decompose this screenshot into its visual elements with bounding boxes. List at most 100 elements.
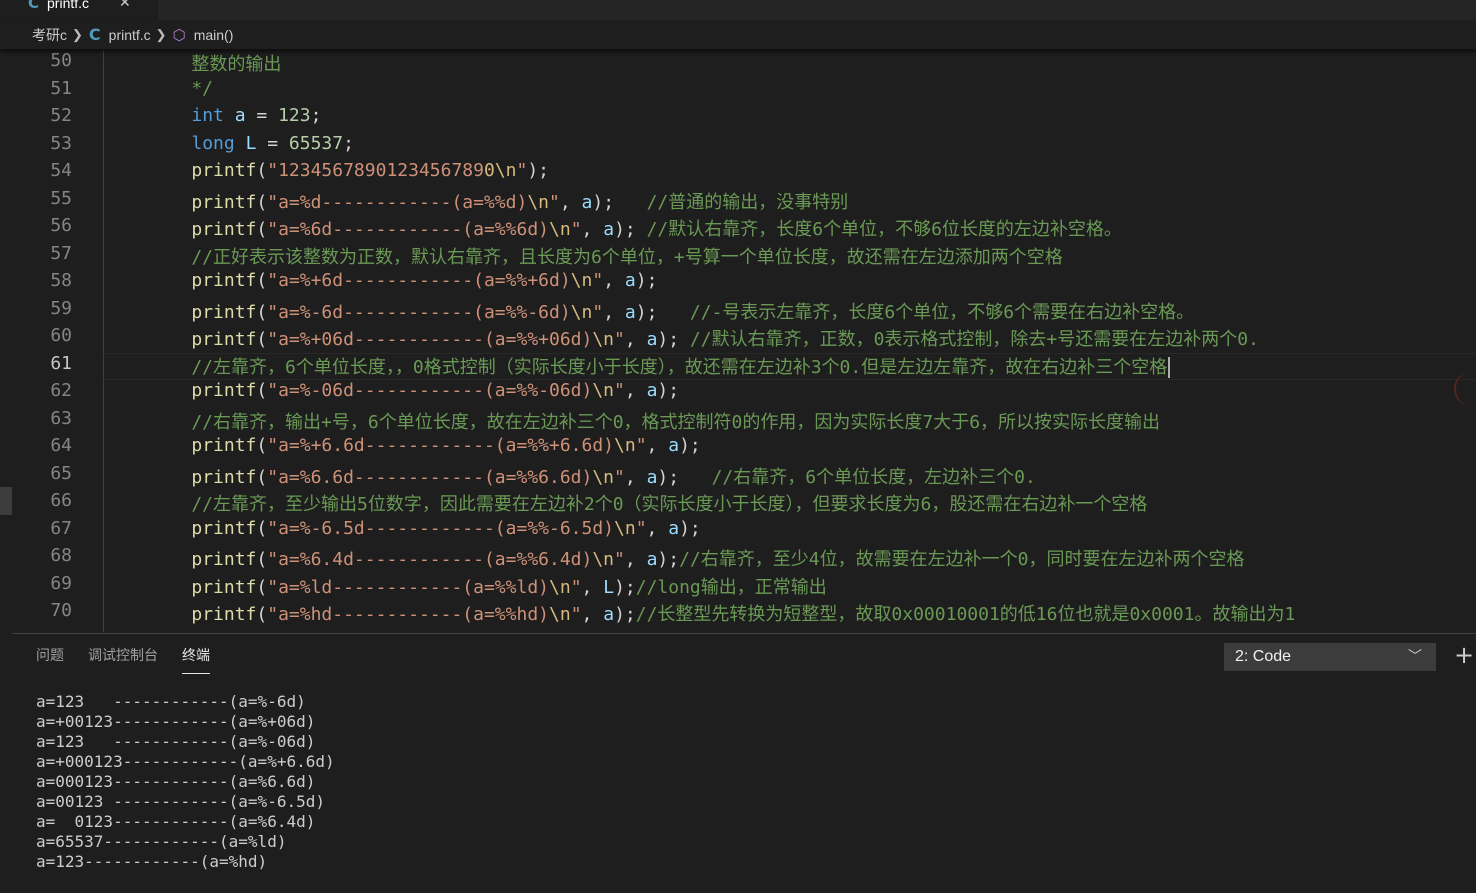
code-line[interactable]: 54 printf("12345678901234567890\n"); (12, 160, 1476, 188)
add-terminal-button[interactable]: + (1454, 641, 1474, 669)
c-file-icon: C (28, 0, 40, 12)
code-token: a (646, 380, 658, 401)
code-line[interactable]: 66 //左靠齐，至少输出5位数字，因此需要在左边补2个0（实际长度小于长度），… (12, 490, 1476, 518)
code-text: printf("a=%6.6d------------(a=%%6.6d)\n"… (148, 463, 1036, 489)
code-line[interactable]: 70 printf("a=%hd------------(a=%%hd)\n",… (12, 600, 1476, 628)
terminal-line: a=65537------------(a=%ld) (36, 832, 287, 851)
code-token: ( (256, 219, 268, 240)
code-text: printf("a=%d------------(a=%%d)\n", a); … (148, 188, 848, 214)
code-token: \n (549, 604, 571, 625)
terminal-line: a= 0123------------(a=%6.4d) (36, 812, 316, 831)
code-token: , (646, 517, 669, 539)
code-text: printf("a=%+6.6d------------(a=%%+6.6d)\… (148, 435, 700, 456)
line-number: 50 (50, 50, 72, 71)
code-line[interactable]: 61 //左靠齐，6个单位长度，，0格式控制（实际长度小于长度），故还需在左边补… (12, 352, 1476, 381)
code-line[interactable]: 52 int a = 123; (12, 105, 1476, 133)
code-token: ( (256, 329, 268, 350)
code-token: printf (191, 380, 257, 401)
code-line[interactable]: 65 printf("a=%6.6d------------(a=%%6.6d)… (12, 463, 1476, 491)
code-editor[interactable]: 50 整数的输出 51 */52 int a = 123; 53 long L = … (12, 50, 1476, 632)
code-token: ( (256, 301, 268, 323)
terminal-select[interactable]: 2: Code ﹀ (1224, 643, 1436, 671)
code-token: "1234567890123456789 (267, 160, 484, 181)
code-line[interactable]: 59 printf("a=%-6d------------(a=%%-6d)\n… (12, 298, 1476, 326)
tab-debug-console[interactable]: 调试控制台 (88, 645, 158, 665)
code-line[interactable]: 68 printf("a=%6.4d------------(a=%%6.4d)… (12, 545, 1476, 573)
code-token: 0\n (483, 160, 517, 181)
tab-problems[interactable]: 问题 (36, 645, 64, 665)
terminal-line: a=00123 ------------(a=%-6.5d) (36, 792, 325, 811)
breadcrumb: 考研c ❯ C printf.c ❯ ⬡ main() (0, 20, 1476, 49)
terminal-output[interactable]: a=123 ------------(a=%-6d) a=+00123------… (36, 692, 335, 872)
terminal-line: a=123 ------------(a=%-6d) (36, 692, 306, 711)
line-number: 62 (50, 380, 72, 401)
code-token: ); (592, 191, 647, 213)
code-token: \n (592, 466, 615, 488)
code-line[interactable]: 67 printf("a=%-6.5d------------(a=%%-6.5… (12, 518, 1476, 546)
line-number: 53 (50, 132, 72, 154)
code-token: ( (256, 380, 268, 401)
code-token: a (624, 301, 636, 323)
code-line[interactable]: 55 printf("a=%d------------(a=%%d)\n", a… (12, 188, 1476, 216)
code-line[interactable]: 56 printf("a=%6d------------(a=%%6d)\n",… (12, 215, 1476, 243)
code-line[interactable]: 53 long L = 65537; (12, 133, 1476, 161)
code-token: ( (256, 160, 268, 181)
code-line[interactable]: 63 //右靠齐，输出+号，6个单位长度，故在左边补三个0，格式控制符0的作用，… (12, 408, 1476, 436)
code-token: "a=%6.4d------------(a=%%6.4d) (267, 549, 593, 570)
code-token: , (624, 380, 647, 401)
code-token: a (668, 517, 680, 539)
code-line[interactable]: 69 printf("a=%ld------------(a=%%ld)\n",… (12, 573, 1476, 601)
code-token: \n (549, 576, 571, 598)
cube-icon: ⬡ (172, 26, 186, 44)
code-token: "a=%-6d------------(a=%%-6d) (267, 301, 571, 323)
code-token: //默认右靠齐，长度6个单位，不够6位长度的左边补空格。 (646, 219, 1122, 240)
tab-terminal[interactable]: 终端 (182, 645, 210, 674)
code-token: " (614, 466, 625, 488)
code-token: //左靠齐，至少输出5位数字，因此需要在左边补2个0（实际长度小于长度），但要求… (148, 494, 1148, 515)
code-line[interactable]: 62 printf("a=%-06d------------(a=%%-06d)… (12, 380, 1476, 408)
code-token: , (624, 466, 647, 488)
code-token: //右靠齐，6个单位长度，左边补三个0. (711, 466, 1036, 488)
close-icon[interactable]: ✕ (119, 0, 131, 11)
code-token: \n (570, 301, 593, 323)
code-token: ); (614, 604, 636, 625)
code-token: a (624, 270, 636, 291)
editor-tab-printf-c[interactable]: C printf.c ✕ (0, 0, 158, 20)
code-token: a (603, 219, 615, 240)
chevron-right-icon: ❯ (155, 26, 167, 42)
code-token: ); (635, 301, 690, 323)
code-token: "a=%-6.5d------------(a=%%-6.5d) (267, 517, 615, 539)
code-line[interactable]: 50 整数的输出 (12, 50, 1476, 78)
breadcrumb-file[interactable]: printf.c (109, 27, 151, 43)
code-text: printf("a=%6.4d------------(a=%%6.4d)\n"… (148, 545, 1244, 571)
code-token: L (245, 132, 257, 154)
code-line[interactable]: 58 printf("a=%+6d------------(a=%%+6d)\n… (12, 270, 1476, 298)
code-token: "a=%+6.6d------------(a=%%+6.6d) (267, 435, 615, 456)
code-token: ; (310, 105, 322, 126)
line-number: 59 (50, 297, 72, 319)
code-line[interactable]: 60 printf("a=%+06d------------(a=%%+06d)… (12, 325, 1476, 353)
code-token: " (614, 380, 625, 401)
line-number: 70 (50, 600, 72, 621)
code-token: printf (191, 219, 257, 240)
code-token: L (603, 576, 615, 598)
line-number: 67 (50, 517, 72, 539)
code-line[interactable]: 51 */ (12, 78, 1476, 106)
breadcrumb-symbol[interactable]: main() (194, 27, 234, 43)
terminal-select-value: 2: Code (1235, 648, 1292, 665)
code-token: ); (657, 329, 690, 350)
code-line[interactable]: 64 printf("a=%+6.6d------------(a=%%+6.6… (12, 435, 1476, 463)
code-token: , (603, 301, 625, 323)
breadcrumb-folder[interactable]: 考研c (32, 25, 67, 45)
line-number: 65 (50, 462, 72, 484)
code-token: a (646, 466, 658, 488)
code-token: , (581, 576, 604, 598)
code-line[interactable]: 57 //正好表示该整数为正数，默认右靠齐，且长度为6个单位，+号算一个单位长度… (12, 243, 1476, 271)
